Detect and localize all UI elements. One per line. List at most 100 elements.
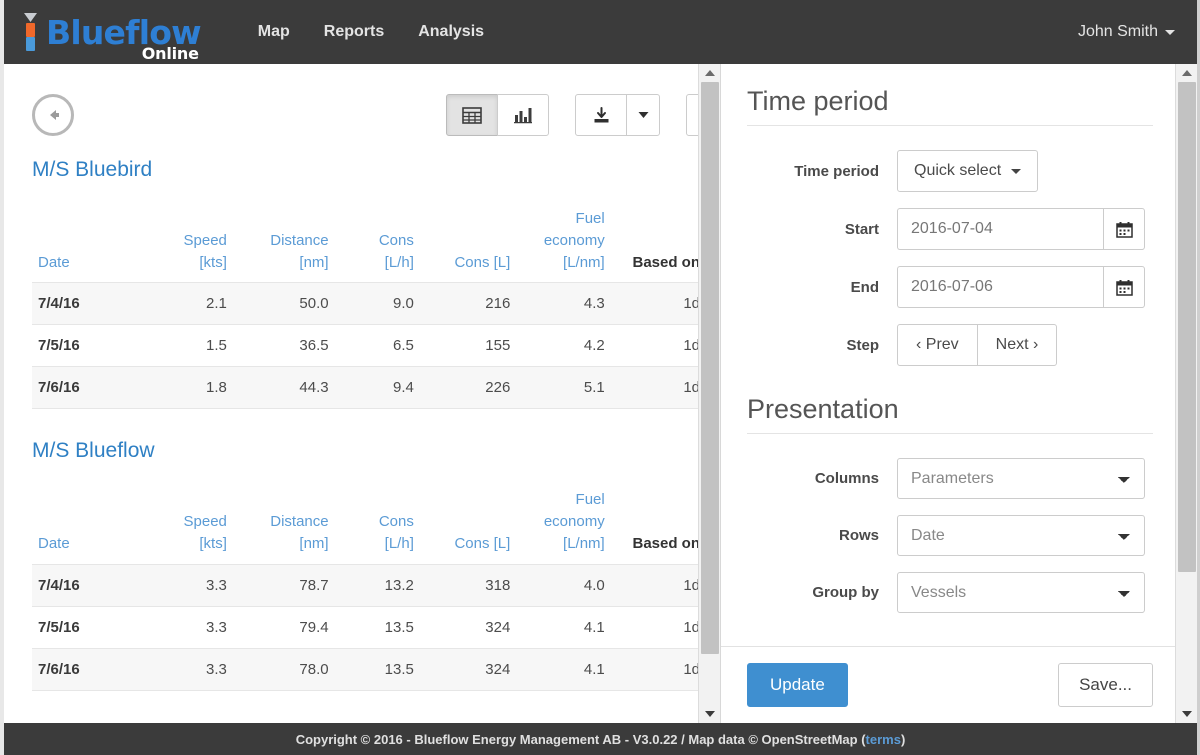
quick-select-dropdown[interactable]: Quick select	[897, 150, 1038, 192]
scrollbar-thumb[interactable]	[701, 82, 719, 654]
scroll-up-button[interactable]	[1176, 64, 1197, 82]
col-header-speed[interactable]: Speed [kts]	[147, 489, 237, 564]
col-header-cons-l[interactable]: Cons [L]	[424, 208, 520, 283]
next-step-button[interactable]: Next ›	[977, 324, 1058, 366]
nav-link-reports[interactable]: Reports	[307, 1, 401, 63]
scrollbar-thumb[interactable]	[1178, 82, 1196, 572]
table-row[interactable]: 7/5/16 1.5 36.5 6.5 155 4.2 1d	[32, 325, 704, 367]
triangle-up-icon	[705, 70, 715, 76]
report-pane-scrollbar[interactable]	[698, 64, 720, 723]
save-button[interactable]: Save...	[1058, 663, 1153, 707]
group-by-row: Group by Vessels	[747, 572, 1153, 613]
cell-based-on: 1d	[615, 325, 704, 367]
cell-distance: 78.7	[237, 564, 339, 606]
cell-based-on: 1d	[615, 283, 704, 325]
report-table: Date Speed [kts] Distance [nm] Cons [L/h…	[32, 208, 704, 409]
col-header-date[interactable]: Date	[32, 489, 147, 564]
cell-cons-l: 324	[424, 606, 520, 648]
table-view-button[interactable]	[446, 94, 498, 136]
view-toggle-group	[446, 94, 549, 136]
download-options-button[interactable]	[626, 94, 660, 136]
vessel-title: M/S Blueflow	[32, 439, 700, 463]
cell-date: 7/5/16	[32, 606, 147, 648]
start-date-input[interactable]	[897, 208, 1103, 250]
col-header-fuel-economy[interactable]: Fuel economy [L/nm]	[520, 489, 614, 564]
nav-link-analysis[interactable]: Analysis	[401, 1, 501, 63]
step-row: Step ‹ Prev Next ›	[747, 324, 1153, 366]
start-date-input-group	[897, 208, 1145, 250]
cell-cons-l: 216	[424, 283, 520, 325]
table-row[interactable]: 7/6/16 3.3 78.0 13.5 324 4.1 1d	[32, 648, 704, 690]
end-date-input-group	[897, 266, 1145, 308]
cell-speed: 3.3	[147, 564, 237, 606]
cell-date: 7/4/16	[32, 283, 147, 325]
brand-logo[interactable]: Blueflow Online	[22, 11, 201, 53]
user-menu[interactable]: John Smith	[1078, 23, 1175, 41]
start-calendar-button[interactable]	[1103, 208, 1145, 250]
cell-cons-l: 226	[424, 367, 520, 409]
rows-select[interactable]: Date	[897, 515, 1145, 556]
end-date-input[interactable]	[897, 266, 1103, 308]
download-button[interactable]	[575, 94, 627, 136]
cell-distance: 79.4	[237, 606, 339, 648]
col-header-based-on[interactable]: Based on	[615, 208, 704, 283]
time-period-label: Time period	[747, 163, 897, 180]
footer-terms-link[interactable]: terms	[866, 732, 901, 747]
report-table: Date Speed [kts] Distance [nm] Cons [L/h…	[32, 489, 704, 690]
report-toolbar	[32, 86, 700, 144]
col-header-distance[interactable]: Distance [nm]	[237, 208, 339, 283]
col-header-based-on[interactable]: Based on	[615, 489, 704, 564]
scroll-down-button[interactable]	[1176, 705, 1197, 723]
cell-based-on: 1d	[615, 648, 704, 690]
prev-step-button[interactable]: ‹ Prev	[897, 324, 978, 366]
table-header-row: Date Speed [kts] Distance [nm] Cons [L/h…	[32, 208, 704, 283]
nav-links: Map Reports Analysis	[241, 1, 501, 63]
section-title-presentation: Presentation	[747, 394, 1153, 434]
group-by-select[interactable]: Vessels	[897, 572, 1145, 613]
cell-cons-lh: 6.5	[339, 325, 424, 367]
triangle-down-icon	[705, 711, 715, 717]
col-header-cons-lh[interactable]: Cons [L/h]	[339, 489, 424, 564]
chevron-down-icon	[1011, 169, 1021, 174]
col-header-fuel-economy[interactable]: Fuel economy [L/nm]	[520, 208, 614, 283]
col-header-date[interactable]: Date	[32, 208, 147, 283]
scrollbar-track[interactable]	[699, 82, 720, 705]
cell-date: 7/4/16	[32, 564, 147, 606]
columns-control: Parameters	[897, 458, 1153, 499]
chart-view-button[interactable]	[497, 94, 549, 136]
columns-select[interactable]: Parameters	[897, 458, 1145, 499]
back-button[interactable]	[32, 94, 74, 136]
arrow-left-circle-icon	[42, 104, 64, 126]
footer-text-end: )	[901, 732, 905, 747]
start-date-row: Start	[747, 208, 1153, 250]
table-row[interactable]: 7/6/16 1.8 44.3 9.4 226 5.1 1d	[32, 367, 704, 409]
scroll-down-button[interactable]	[699, 705, 720, 723]
report-pane: M/S Bluebird Date Speed [kts] Distance […	[4, 64, 720, 723]
col-header-cons-lh[interactable]: Cons [L/h]	[339, 208, 424, 283]
col-header-distance[interactable]: Distance [nm]	[237, 489, 339, 564]
scroll-up-button[interactable]	[699, 64, 720, 82]
settings-pane-scrollbar[interactable]	[1175, 64, 1197, 723]
cell-cons-l: 155	[424, 325, 520, 367]
col-header-speed[interactable]: Speed [kts]	[147, 208, 237, 283]
footer-text: Copyright © 2016 - Blueflow Energy Manag…	[296, 732, 866, 747]
vessel-block: M/S Blueflow Date Speed [kts] Distance […	[32, 439, 700, 690]
cell-based-on: 1d	[615, 367, 704, 409]
end-calendar-button[interactable]	[1103, 266, 1145, 308]
col-header-cons-l[interactable]: Cons [L]	[424, 489, 520, 564]
brand-subtitle: Online	[142, 46, 199, 62]
scrollbar-track[interactable]	[1176, 82, 1197, 705]
table-row[interactable]: 7/4/16 2.1 50.0 9.0 216 4.3 1d	[32, 283, 704, 325]
cell-date: 7/6/16	[32, 367, 147, 409]
update-button[interactable]: Update	[747, 663, 848, 707]
table-row[interactable]: 7/5/16 3.3 79.4 13.5 324 4.1 1d	[32, 606, 704, 648]
step-button-group: ‹ Prev Next ›	[897, 324, 1057, 366]
cell-speed: 1.8	[147, 367, 237, 409]
chevron-down-icon	[1165, 30, 1175, 35]
time-period-row: Time period Quick select	[747, 150, 1153, 192]
end-date-control	[897, 266, 1153, 308]
nav-link-map[interactable]: Map	[241, 1, 307, 63]
cell-fuel-economy: 5.1	[520, 367, 614, 409]
table-row[interactable]: 7/4/16 3.3 78.7 13.2 318 4.0 1d	[32, 564, 704, 606]
table-body: 7/4/16 2.1 50.0 9.0 216 4.3 1d 7/5/16 1.…	[32, 283, 704, 409]
